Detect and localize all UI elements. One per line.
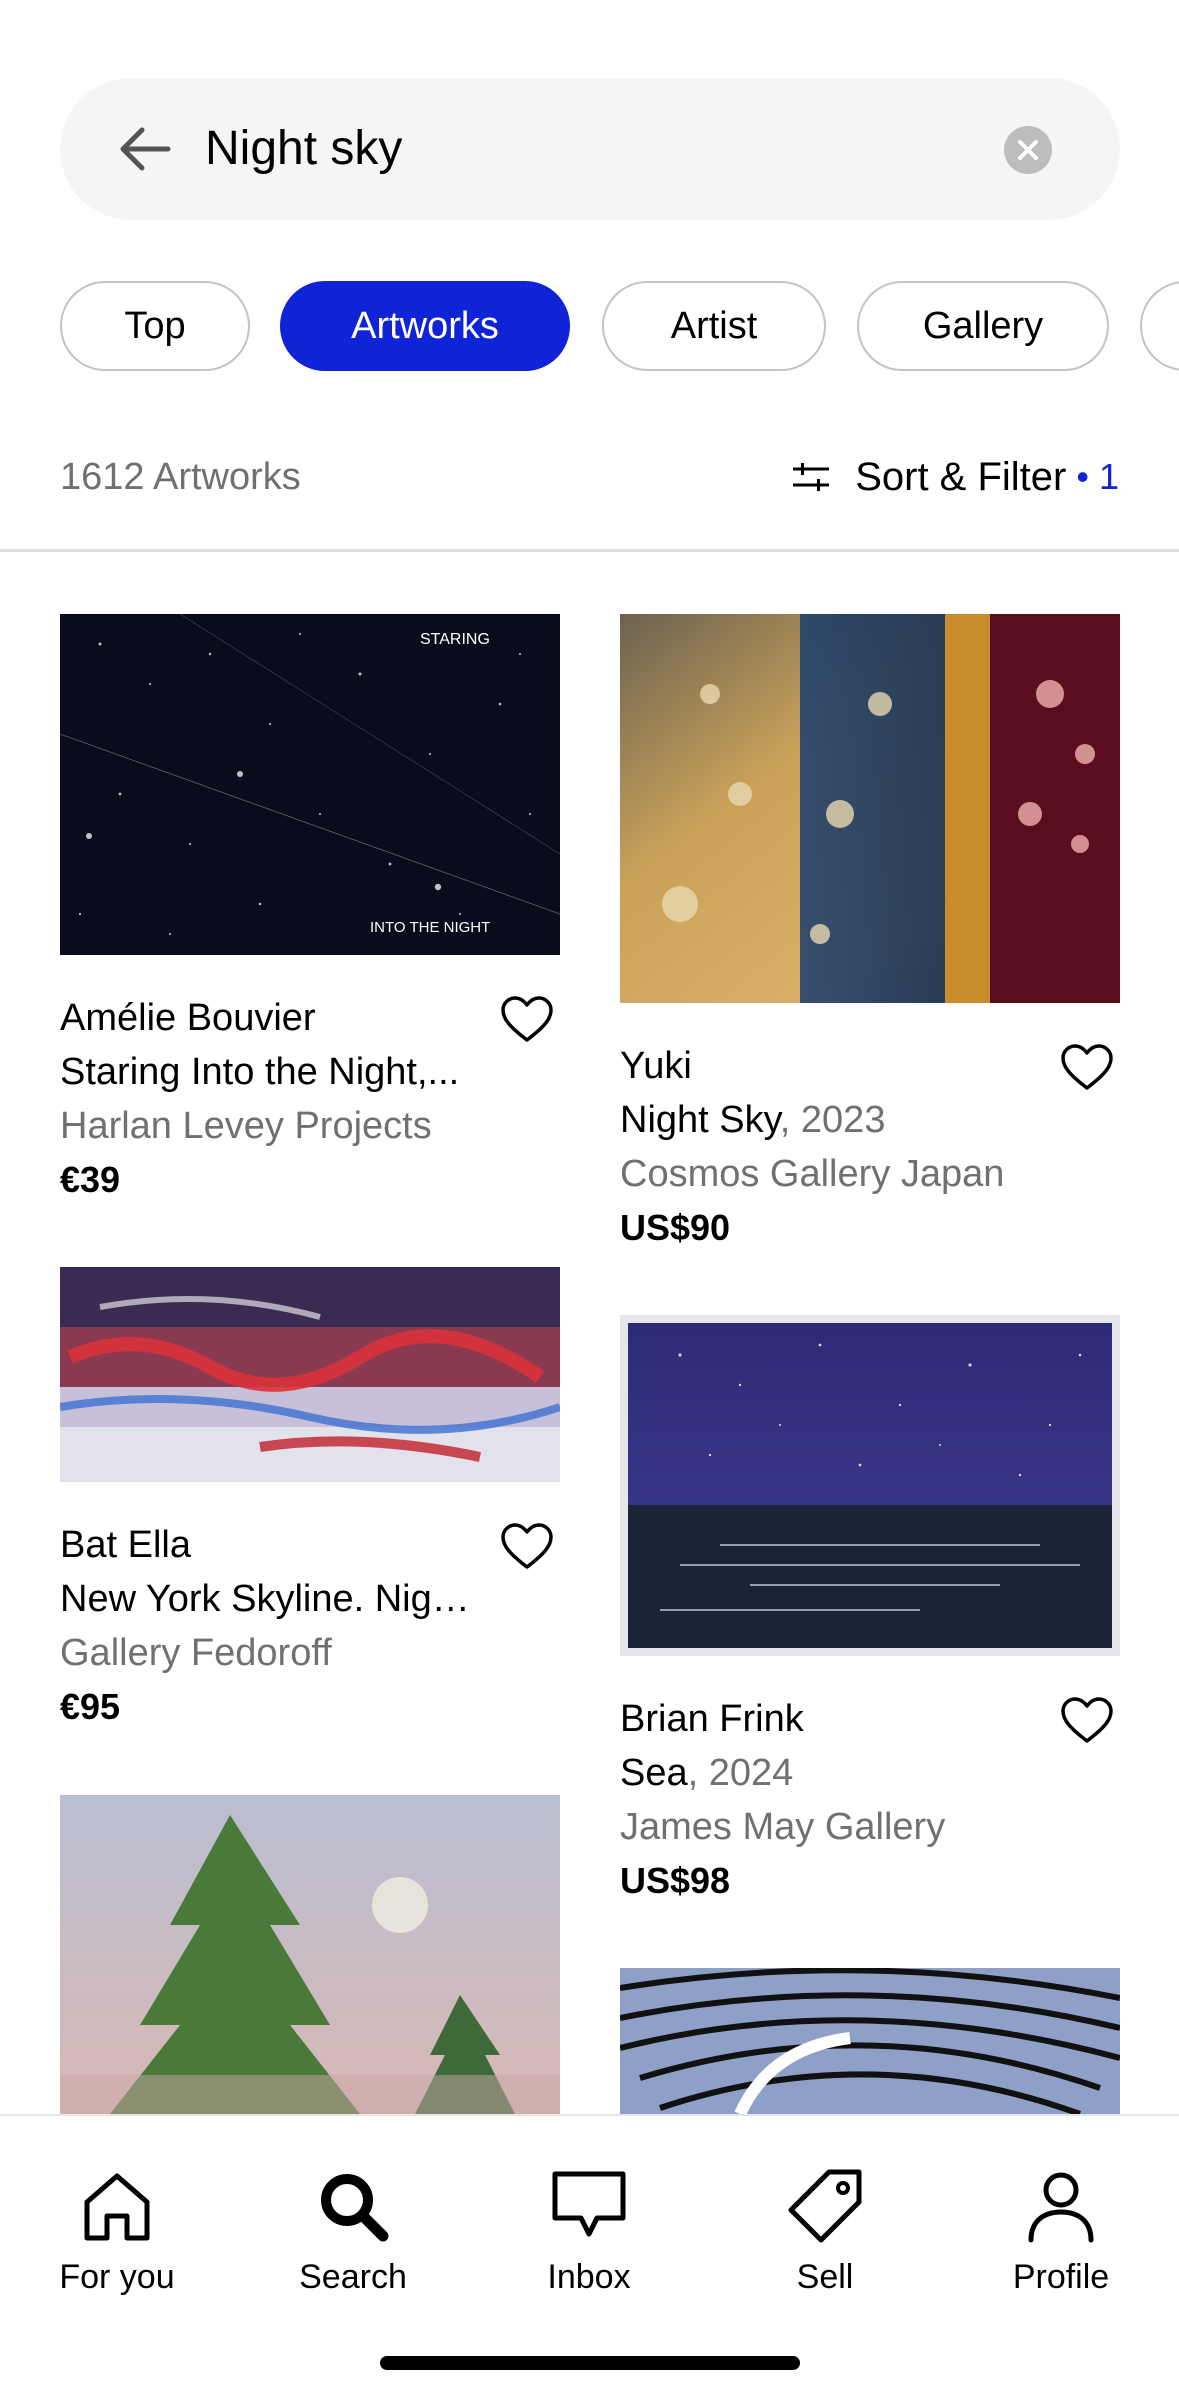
search-category-pills: Top Artworks Artist Gallery	[60, 281, 1179, 371]
tab-sell[interactable]: Sell	[725, 2166, 925, 2297]
tab-label: For you	[59, 2258, 175, 2296]
back-arrow-icon[interactable]	[118, 122, 172, 176]
divider	[0, 549, 1179, 552]
pill-artist[interactable]: Artist	[602, 281, 826, 371]
gallery-name: Cosmos Gallery Japan	[620, 1153, 1005, 1195]
artwork-image[interactable]	[620, 614, 1120, 1003]
pill-top[interactable]: Top	[60, 281, 250, 371]
bottom-tab-bar: For you Search Inbox Sell Profile	[0, 2114, 1179, 2396]
artwork-image[interactable]: STARING INTO THE NIGHT	[60, 614, 560, 955]
gallery-name: James May Gallery	[620, 1806, 946, 1848]
artwork-image-text-top: STARING	[420, 631, 490, 648]
artwork-title: Staring Into the Night,...	[60, 1045, 480, 1099]
artwork-image[interactable]	[620, 1315, 1120, 1656]
tab-profile[interactable]: Profile	[961, 2166, 1161, 2297]
artwork-title-text: Night Sky	[620, 1099, 780, 1141]
search-input[interactable]: Night sky	[205, 78, 402, 220]
tab-inbox[interactable]: Inbox	[489, 2166, 689, 2297]
tag-icon	[788, 2169, 862, 2243]
artwork-card[interactable]: Bat Ella New York Skyline. Nigh... Galle…	[60, 1267, 560, 1734]
sort-filter-label: Sort & Filter	[855, 454, 1067, 499]
artwork-image[interactable]	[60, 1795, 560, 2114]
artist-name: Bat Ella	[60, 1524, 191, 1566]
artwork-card[interactable]: STARING INTO THE NIGHT Amélie Bouvier St…	[60, 614, 560, 1207]
tab-label: Profile	[1012, 2258, 1110, 2296]
artwork-image[interactable]	[620, 1968, 1120, 2114]
artwork-price: US$98	[620, 1860, 731, 1901]
filter-count-badge: • 1	[1076, 456, 1119, 497]
artwork-price: €95	[60, 1686, 121, 1727]
pill-gallery[interactable]: Gallery	[857, 281, 1109, 371]
artwork-title-text: Staring Into the Night,...	[60, 1051, 460, 1093]
search-icon	[321, 2174, 389, 2242]
sort-filter-button[interactable]: Sort & Filter • 1	[791, 452, 1119, 502]
sliders-icon	[793, 463, 830, 491]
artwork-card[interactable]: Yuki Night Sky, 2023 Cosmos Gallery Japa…	[620, 614, 1120, 1255]
pill-partial[interactable]	[1140, 281, 1179, 371]
heart-icon[interactable]	[1060, 1043, 1114, 1093]
results-count: 1612 Artworks	[60, 456, 301, 498]
search-bar[interactable]: Night sky	[60, 78, 1120, 220]
heart-icon[interactable]	[500, 995, 554, 1045]
artist-name: Brian Frink	[620, 1698, 804, 1740]
artwork-title-text: New York Skyline. Nigh...	[60, 1578, 480, 1620]
tab-for-you[interactable]: For you	[17, 2166, 217, 2297]
clear-search-icon[interactable]	[1004, 126, 1052, 174]
artist-name: Yuki	[620, 1045, 692, 1087]
pill-artworks[interactable]: Artworks	[280, 281, 570, 371]
artwork-price: US$90	[620, 1207, 731, 1248]
artwork-price: €39	[60, 1159, 121, 1200]
artwork-title: Night Sky, 2023	[620, 1093, 1040, 1147]
tab-search[interactable]: Search	[253, 2166, 453, 2297]
artwork-year: , 2024	[687, 1752, 794, 1794]
tab-label: Inbox	[547, 2258, 631, 2296]
inbox-icon	[552, 2171, 626, 2237]
heart-icon[interactable]	[1060, 1696, 1114, 1746]
heart-icon[interactable]	[500, 1522, 554, 1572]
artwork-image[interactable]	[60, 1267, 560, 1482]
gallery-name: Harlan Levey Projects	[60, 1105, 432, 1147]
artwork-title-text: Sea	[620, 1752, 688, 1794]
artwork-title: New York Skyline. Nigh...	[60, 1572, 480, 1626]
artist-name: Amélie Bouvier	[60, 997, 316, 1039]
home-indicator	[380, 2356, 800, 2370]
profile-icon	[1028, 2172, 1094, 2243]
artwork-image-text-bottom: INTO THE NIGHT	[370, 919, 490, 936]
gallery-name: Gallery Fedoroff	[60, 1632, 332, 1674]
artwork-card[interactable]: Brian Frink Sea, 2024 James May Gallery …	[620, 1315, 1120, 1908]
artwork-year: , 2023	[779, 1099, 886, 1141]
artwork-title: Sea, 2024	[620, 1746, 1040, 1800]
tab-label: Sell	[796, 2258, 854, 2296]
home-icon	[84, 2173, 150, 2241]
tab-label: Search	[299, 2258, 407, 2296]
